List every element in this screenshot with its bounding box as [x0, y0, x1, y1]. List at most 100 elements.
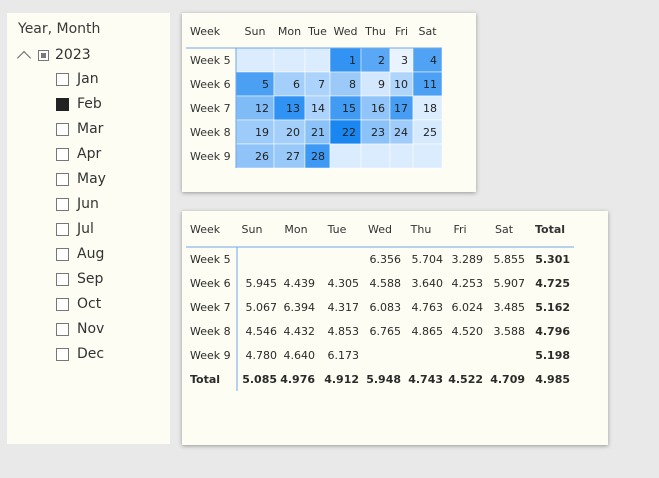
month-item-aug[interactable]: Aug	[56, 245, 104, 263]
calendar-day-number: 25	[423, 126, 437, 139]
calendar-day-number: 6	[293, 78, 300, 91]
matrix-cell: 5.085	[242, 373, 277, 386]
calendar-cell[interactable]	[235, 47, 275, 73]
calendar-cell[interactable]	[360, 47, 391, 73]
month-item-nov[interactable]: Nov	[56, 320, 104, 338]
calendar-day-number: 14	[311, 102, 325, 115]
month-checkbox[interactable]	[56, 347, 69, 361]
calendar-week-label: Week 8	[190, 126, 231, 139]
matrix-table: Week Sun Mon Tue Wed Thu Fri Sat Total Week 5 6.35…	[186, 223, 574, 391]
matrix-cell: 3.588	[494, 325, 526, 338]
calendar-day-number: 13	[286, 102, 300, 115]
month-checkbox[interactable]	[56, 272, 69, 286]
calendar-cell[interactable]	[360, 143, 391, 169]
calendar-cell[interactable]	[304, 47, 331, 73]
calendar-week-label: Week 6	[190, 78, 231, 91]
matrix-cell: 5.704	[412, 253, 444, 266]
month-checkbox[interactable]	[56, 297, 69, 311]
calendar-day-header: Sun	[245, 25, 266, 38]
calendar-cell[interactable]	[360, 71, 391, 97]
calendar-week-label: Week 9	[190, 150, 231, 163]
matrix-cell: 5.948	[366, 373, 401, 386]
matrix-cell: 4.588	[370, 277, 402, 290]
calendar-cell[interactable]	[329, 143, 362, 169]
calendar-day-number: 21	[311, 126, 325, 139]
matrix-column-header[interactable]: Total	[535, 223, 565, 236]
matrix-column-header[interactable]: Sat	[495, 223, 514, 236]
calendar-day-number: 8	[349, 78, 356, 91]
matrix-column-header[interactable]: Fri	[453, 223, 466, 236]
month-item-may[interactable]: May	[56, 170, 106, 188]
matrix-column-header[interactable]: Tue	[327, 223, 347, 236]
calendar-day-header: Tue	[307, 25, 327, 38]
calendar-day-number: 24	[394, 126, 408, 139]
month-checkbox[interactable]	[56, 72, 69, 86]
month-checkbox[interactable]	[56, 122, 69, 136]
matrix-cell: 6.765	[370, 325, 402, 338]
calendar-cell[interactable]	[329, 47, 362, 73]
month-item-apr[interactable]: Apr	[56, 145, 101, 163]
month-label: Dec	[77, 346, 105, 362]
collapse-chevron-icon[interactable]	[16, 50, 32, 65]
matrix-cell: 4.305	[328, 277, 360, 290]
calendar-cell[interactable]	[412, 143, 443, 169]
calendar-day-number: 11	[423, 78, 437, 91]
month-item-feb[interactable]: Feb	[56, 95, 102, 113]
matrix-cell: 4.743	[408, 373, 443, 386]
matrix-cell: 4.432	[284, 325, 316, 338]
calendar-day-number: 17	[394, 102, 408, 115]
year-node-2023[interactable]: 2023	[16, 46, 91, 65]
month-item-jul[interactable]: Jul	[56, 220, 94, 238]
matrix-cell: 5.067	[246, 301, 278, 314]
month-item-sep[interactable]: Sep	[56, 270, 103, 288]
month-item-oct[interactable]: Oct	[56, 295, 101, 313]
matrix-cell: 6.356	[370, 253, 402, 266]
calendar-day-header: Fri	[395, 25, 408, 38]
month-label: Oct	[77, 296, 102, 312]
month-label: Jul	[77, 221, 94, 237]
month-checkbox[interactable]	[56, 322, 69, 336]
matrix-column-header[interactable]: Wed	[368, 223, 392, 236]
calendar-week-label: Week 7	[190, 102, 231, 115]
month-item-mar[interactable]: Mar	[56, 120, 103, 138]
calendar-week-label: Week 5	[190, 54, 231, 67]
matrix-cell: 5.855	[494, 253, 526, 266]
month-item-jan[interactable]: Jan	[56, 70, 99, 88]
calendar-cell[interactable]	[273, 47, 306, 73]
year-label: 2023	[55, 47, 91, 63]
matrix-cell: 6.173	[328, 349, 360, 362]
calendar-day-number: 9	[378, 78, 385, 91]
matrix-cell: 4.763	[412, 301, 444, 314]
matrix-cell: 4.853	[328, 325, 360, 338]
month-label: Mar	[77, 121, 104, 137]
calendar-day-number: 2	[378, 54, 385, 67]
month-item-jun[interactable]: Jun	[56, 195, 99, 213]
year-checkbox[interactable]	[38, 49, 49, 61]
matrix-row-label: Week 6	[190, 277, 231, 290]
month-checkbox[interactable]	[56, 197, 69, 211]
calendar-day-number: 22	[342, 126, 356, 139]
calendar-cell[interactable]	[329, 71, 362, 97]
matrix-cell: 6.394	[284, 301, 316, 314]
matrix-column-header[interactable]: Sun	[242, 223, 263, 236]
calendar-day-number: 18	[423, 102, 437, 115]
matrix-cell: 4.520	[452, 325, 484, 338]
calendar-cell[interactable]	[273, 71, 306, 97]
calendar-cell[interactable]	[412, 47, 443, 73]
month-checkbox[interactable]	[56, 97, 69, 111]
calendar-day-number: 28	[311, 150, 325, 163]
month-item-dec[interactable]: Dec	[56, 345, 104, 363]
matrix-column-header[interactable]: Mon	[284, 223, 307, 236]
slicer-title: Year, Month	[18, 21, 101, 37]
calendar-cell[interactable]	[389, 143, 414, 169]
matrix-cell: 4.912	[324, 373, 359, 386]
month-checkbox[interactable]	[56, 247, 69, 261]
month-label: Jun	[77, 196, 99, 212]
month-checkbox[interactable]	[56, 172, 69, 186]
calendar-day-number: 19	[255, 126, 269, 139]
calendar-day-number: 23	[371, 126, 385, 139]
matrix-column-header[interactable]: Thu	[410, 223, 432, 236]
month-checkbox[interactable]	[56, 147, 69, 161]
month-checkbox[interactable]	[56, 222, 69, 236]
calendar-heatmap: Week Sun Mon Tue Wed Thu Fri Sat Week 5 1 2 3 4 Week …	[182, 13, 476, 192]
